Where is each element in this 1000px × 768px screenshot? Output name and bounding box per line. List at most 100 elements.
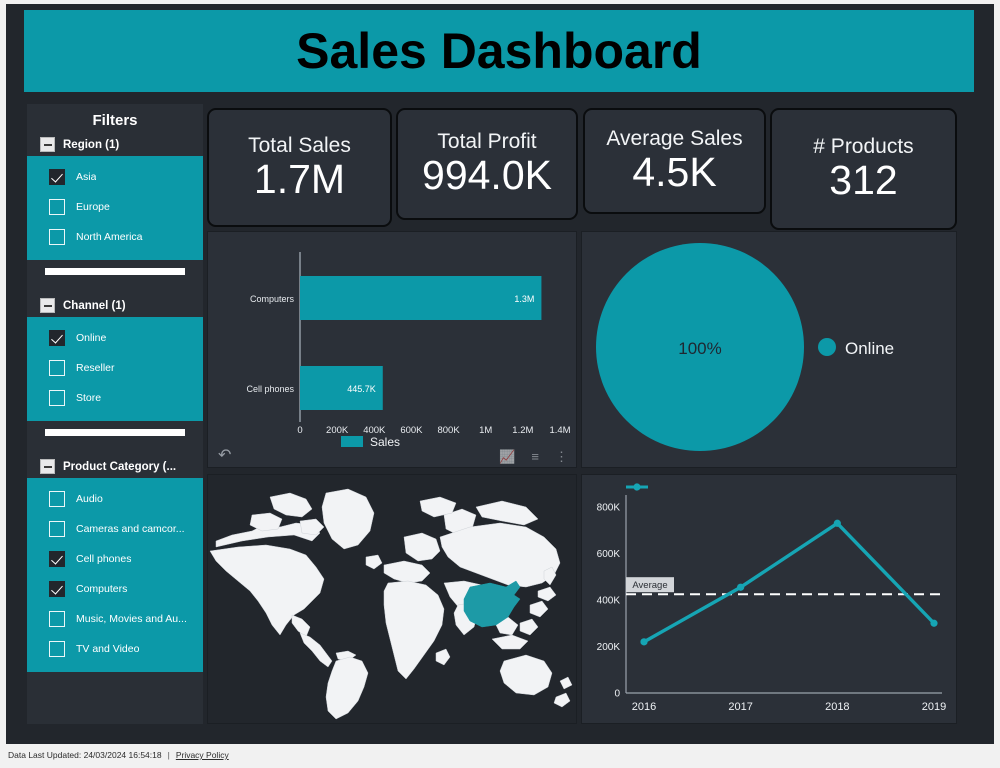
focus-mode-icon[interactable]: 📈 bbox=[499, 450, 515, 463]
checkbox-store[interactable] bbox=[49, 390, 65, 406]
slicer-item-audio[interactable]: Audio bbox=[27, 484, 203, 514]
slicer-item-reseller[interactable]: Reseller bbox=[27, 353, 203, 383]
kpi-card-num-products[interactable]: # Products 312 bbox=[770, 108, 957, 230]
slicer-item-north-america[interactable]: North America bbox=[27, 222, 203, 252]
bar-x-tick-label: 200K bbox=[326, 425, 349, 436]
slicer-channel-body: Online Reseller Store bbox=[27, 317, 203, 421]
bar-x-tick-label: 1.2M bbox=[512, 425, 533, 436]
kpi-card-total-profit[interactable]: Total Profit 994.0K bbox=[396, 108, 578, 220]
checkbox-audio[interactable] bbox=[49, 491, 65, 507]
line-x-tick-label: 2018 bbox=[825, 701, 849, 713]
filters-pane: Filters Region (1) Asia Europe North Ame… bbox=[27, 104, 203, 724]
slicer-label-store: Store bbox=[76, 392, 102, 404]
slicer-label-reseller: Reseller bbox=[76, 362, 115, 374]
checkbox-cameras[interactable] bbox=[49, 521, 65, 537]
slicer-item-cell-phones[interactable]: Cell phones bbox=[27, 544, 203, 574]
filters-heading: Filters bbox=[92, 112, 138, 129]
pie-chart-svg: 100% Online bbox=[596, 243, 894, 451]
minus-icon[interactable] bbox=[40, 137, 55, 152]
slicer-channel-header[interactable]: Channel (1) bbox=[27, 296, 203, 317]
slicer-label-music-movies: Music, Movies and Au... bbox=[76, 613, 187, 625]
slicer-product-category-header[interactable]: Product Category (... bbox=[27, 457, 203, 478]
slicer-item-computers[interactable]: Computers bbox=[27, 574, 203, 604]
line-y-tick-label: 200K bbox=[597, 642, 621, 653]
line-chart-svg: 0 200K 400K 600K 800K 2016 2017 2018 2019 Avera… bbox=[597, 483, 946, 713]
checkbox-computers[interactable] bbox=[49, 581, 65, 597]
line-x-tick-label: 2016 bbox=[632, 701, 656, 713]
dashboard-page: Sales Dashboard Filters Region (1) Asia … bbox=[0, 0, 1000, 768]
checkbox-europe[interactable] bbox=[49, 199, 65, 215]
more-options-icon[interactable]: ⋮ bbox=[555, 450, 568, 463]
line-series-sales[interactable] bbox=[642, 521, 936, 644]
kpi-card-average-sales[interactable]: Average Sales 4.5K bbox=[583, 108, 766, 214]
checkbox-cell-phones[interactable] bbox=[49, 551, 65, 567]
bar-category-label: Cell phones bbox=[246, 384, 294, 394]
legend-label-sales: Sales bbox=[370, 435, 400, 449]
kpi-value: 312 bbox=[829, 157, 898, 204]
kpi-title: Total Sales bbox=[248, 133, 351, 157]
slicer-item-store[interactable]: Store bbox=[27, 383, 203, 413]
slicer-region: Region (1) Asia Europe North America bbox=[27, 135, 203, 260]
slicer-label-north-america: North America bbox=[76, 231, 143, 243]
slicer-channel: Channel (1) Online Reseller Store bbox=[27, 296, 203, 421]
slicer-region-scrollbar[interactable] bbox=[27, 260, 203, 282]
checkbox-reseller[interactable] bbox=[49, 360, 65, 376]
slicer-item-cameras[interactable]: Cameras and camcor... bbox=[27, 514, 203, 544]
slicer-label-computers: Computers bbox=[76, 583, 128, 595]
slicer-region-body: Asia Europe North America bbox=[27, 156, 203, 260]
checkbox-music-movies[interactable] bbox=[49, 611, 65, 627]
slicer-label-cameras: Cameras and camcor... bbox=[76, 523, 185, 535]
legend-label-online: Online bbox=[845, 339, 894, 358]
map-visual[interactable] bbox=[207, 474, 577, 724]
slicer-label-cell-phones: Cell phones bbox=[76, 553, 132, 565]
page-title: Sales Dashboard bbox=[296, 23, 702, 79]
slicer-label-europe: Europe bbox=[76, 201, 110, 213]
checkbox-asia[interactable] bbox=[49, 169, 65, 185]
minus-icon[interactable] bbox=[40, 298, 55, 313]
kpi-title: Average Sales bbox=[606, 127, 743, 151]
slicer-channel-title: Channel (1) bbox=[63, 299, 126, 312]
slicer-item-tv-and-video[interactable]: TV and Video bbox=[27, 634, 203, 664]
legend-marker-online[interactable] bbox=[818, 338, 836, 356]
bar-chart-visual[interactable]: Computers Cell phones 1.3M 445.7K 0 200K 4… bbox=[207, 231, 577, 468]
slicer-item-online[interactable]: Online bbox=[27, 323, 203, 353]
line-y-ticks: 0 200K 400K 600K 800K bbox=[597, 503, 621, 700]
kpi-value: 994.0K bbox=[422, 152, 552, 199]
slicer-region-title: Region (1) bbox=[63, 138, 120, 151]
bar-data-label: 1.3M bbox=[514, 294, 534, 304]
slicer-item-asia[interactable]: Asia bbox=[27, 162, 203, 192]
bar-x-tick-label: 0 bbox=[297, 425, 302, 436]
slicer-channel-scrollbar[interactable] bbox=[27, 421, 203, 443]
slicer-item-music-movies[interactable]: Music, Movies and Au... bbox=[27, 604, 203, 634]
undo-icon[interactable]: ↶ bbox=[218, 448, 231, 464]
scrollbar-thumb[interactable] bbox=[45, 267, 185, 275]
slicer-product-category: Product Category (... Audio Cameras and … bbox=[27, 457, 203, 672]
line-data-point[interactable] bbox=[640, 638, 648, 646]
slicer-gap bbox=[27, 282, 203, 296]
slicer-gap bbox=[27, 443, 203, 457]
footer-separator: | bbox=[167, 750, 170, 760]
line-data-point[interactable] bbox=[737, 583, 745, 591]
checkbox-tv-and-video[interactable] bbox=[49, 641, 65, 657]
pie-chart-visual[interactable]: 100% Online bbox=[581, 231, 957, 468]
minus-icon[interactable] bbox=[40, 459, 55, 474]
scrollbar-thumb[interactable] bbox=[45, 428, 185, 436]
bar-x-tick-label: 600K bbox=[400, 425, 423, 436]
line-chart-visual[interactable]: 0 200K 400K 600K 800K 2016 2017 2018 2019 Avera… bbox=[581, 474, 957, 724]
slicer-item-europe[interactable]: Europe bbox=[27, 192, 203, 222]
filter-icon[interactable]: ≡ bbox=[531, 450, 539, 463]
checkbox-online[interactable] bbox=[49, 330, 65, 346]
slicer-region-header[interactable]: Region (1) bbox=[27, 135, 203, 156]
slicer-product-category-title: Product Category (... bbox=[63, 460, 177, 473]
kpi-value: 1.7M bbox=[253, 155, 346, 202]
kpi-card-total-sales[interactable]: Total Sales 1.7M bbox=[207, 108, 392, 227]
line-x-tick-label: 2019 bbox=[922, 701, 946, 713]
slicer-label-tv-and-video: TV and Video bbox=[76, 643, 140, 655]
line-data-point[interactable] bbox=[833, 519, 841, 527]
privacy-policy-link[interactable]: Privacy Policy bbox=[176, 750, 229, 760]
checkbox-north-america[interactable] bbox=[49, 229, 65, 245]
line-data-point[interactable] bbox=[930, 619, 938, 627]
bar-x-tick-label: 1.4M bbox=[549, 425, 570, 436]
visual-header-icons: 📈 ≡ ⋮ bbox=[499, 450, 568, 463]
legend-swatch[interactable] bbox=[341, 436, 363, 447]
